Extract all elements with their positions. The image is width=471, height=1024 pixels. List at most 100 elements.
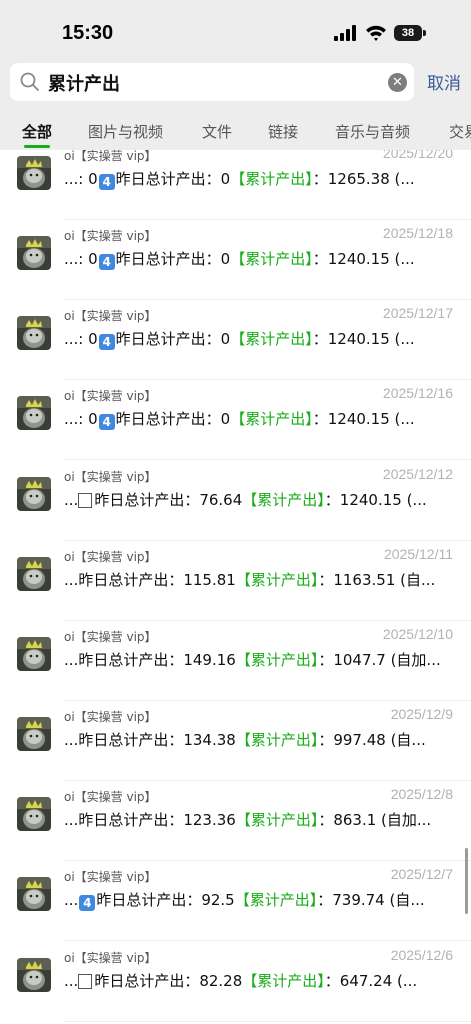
- search-result-item[interactable]: oi【实操营 vip】 2025/12/17 ...: 0 4 昨日总计产出：0【累…: [0, 300, 471, 380]
- sender-name: oi【实操营 vip】: [64, 710, 157, 724]
- tab-transactions[interactable]: 交易: [449, 121, 471, 142]
- message-date: 2025/12/6: [390, 947, 453, 963]
- avatar: [17, 557, 51, 591]
- message-date: 2025/12/10: [382, 626, 453, 642]
- snippet-prefix: ...: [64, 972, 79, 990]
- snippet-prefix: ...: [64, 891, 79, 909]
- sender-name: oi【实操营 vip】: [64, 309, 157, 323]
- sender-name: oi【实操营 vip】: [64, 951, 157, 965]
- sender-name: oi【实操营 vip】: [64, 870, 157, 884]
- snippet-text: 昨日总计产出：82.28: [94, 972, 243, 990]
- keycap-four-icon: 4: [98, 334, 115, 350]
- message-snippet: ...昨日总计产出：115.81【累计产出】：1163.51 (自...: [64, 569, 454, 590]
- avatar: [17, 797, 51, 831]
- message-date: 2025/12/16: [382, 385, 453, 401]
- keycap-four-icon: 4: [98, 174, 115, 190]
- snippet-suffix: ：1240.15 (...: [324, 491, 427, 509]
- search-result-item[interactable]: oi【实操营 vip】 2025/12/6 ... 昨日总计产出：82.28【累计…: [0, 942, 471, 1022]
- scrollbar[interactable]: [465, 848, 468, 914]
- tab-images-videos[interactable]: 图片与视频: [88, 121, 163, 142]
- tab-files[interactable]: 文件: [202, 121, 232, 142]
- snippet-text: 昨日总计产出：149.16: [78, 651, 236, 669]
- avatar: [17, 717, 51, 751]
- search-result-item[interactable]: oi【实操营 vip】 2025/12/10 ...昨日总计产出：149.16【…: [0, 621, 471, 701]
- tab-all[interactable]: 全部: [22, 121, 52, 142]
- filter-tabs: 全部 图片与视频 文件 链接 音乐与音频 交易: [0, 112, 471, 150]
- keycap-four-icon: 4: [79, 895, 96, 911]
- snippet-suffix: ：647.24 (...: [324, 972, 418, 990]
- search-area: 累计产出 ✕ 取消: [0, 60, 471, 112]
- box-glyph-icon: [78, 493, 93, 508]
- message-snippet: ...昨日总计产出：123.36【累计产出】：863.1 (自加...: [64, 809, 454, 830]
- highlighted-keyword: 【累计产出】: [234, 891, 318, 909]
- active-tab-indicator: [24, 145, 50, 148]
- avatar: [17, 958, 51, 992]
- search-result-item[interactable]: oi【实操营 vip】 2025/12/16 ...: 0 4 昨日总计产出：0【累…: [0, 380, 471, 460]
- search-result-item[interactable]: oi【实操营 vip】 2025/12/11 ...昨日总计产出：115.81【…: [0, 541, 471, 621]
- avatar: [17, 316, 51, 350]
- snippet-prefix: ...: [64, 651, 79, 669]
- clear-search-icon[interactable]: ✕: [388, 73, 407, 92]
- wifi-icon: [366, 25, 386, 41]
- search-result-item[interactable]: oi【实操营 vip】 2025/12/12 ... 昨日总计产出：76.64【累…: [0, 461, 471, 541]
- snippet-text: 昨日总计产出：92.5: [96, 891, 235, 909]
- snippet-suffix: ：863.1 (自加...: [318, 811, 432, 829]
- snippet-suffix: ：1163.51 (自...: [318, 571, 436, 589]
- sender-name: oi【实操营 vip】: [64, 470, 157, 484]
- highlighted-keyword: 【累计产出】: [230, 250, 313, 268]
- sender-name: oi【实操营 vip】: [64, 630, 157, 644]
- message-snippet: ...: 0 4 昨日总计产出：0【累计产出】：1240.15 (...: [64, 328, 454, 350]
- highlighted-keyword: 【累计产出】: [230, 330, 313, 348]
- message-snippet: ... 4 昨日总计产出：92.5【累计产出】：739.74 (自...: [64, 889, 454, 911]
- message-snippet: ...: 0 4 昨日总计产出：0【累计产出】：1240.15 (...: [64, 408, 454, 430]
- snippet-prefix: ...: [64, 491, 79, 509]
- search-input[interactable]: 累计产出: [48, 70, 120, 96]
- message-date: 2025/12/20: [382, 150, 453, 161]
- message-date: 2025/12/17: [382, 305, 453, 321]
- snippet-text: 昨日总计产出：123.36: [78, 811, 236, 829]
- search-results-list: oi【实操营 vip】 2025/12/20 ...: 0 4 昨日总计产出：0【累…: [0, 150, 471, 1024]
- cellular-signal-icon: [334, 25, 356, 41]
- highlighted-keyword: 【累计产出】: [242, 491, 325, 509]
- message-date: 2025/12/18: [382, 225, 453, 241]
- search-result-item[interactable]: oi【实操营 vip】 2025/12/20 ...: 0 4 昨日总计产出：0【累…: [0, 150, 471, 220]
- divider: [64, 940, 471, 941]
- avatar: [17, 477, 51, 511]
- snippet-prefix: ...: 0: [64, 250, 98, 268]
- snippet-text: 昨日总计产出：0: [115, 170, 231, 188]
- message-date: 2025/12/8: [390, 786, 453, 802]
- message-snippet: ...: 0 4 昨日总计产出：0【累计产出】：1240.15 (...: [64, 248, 454, 270]
- snippet-prefix: ...: 0: [64, 410, 98, 428]
- search-result-item[interactable]: oi【实操营 vip】 2025/12/9 ...昨日总计产出：134.38【累…: [0, 701, 471, 781]
- message-snippet: ... 昨日总计产出：82.28【累计产出】：647.24 (...: [64, 970, 454, 991]
- search-result-item[interactable]: oi【实操营 vip】 2025/12/7 ... 4 昨日总计产出：92.5【累计…: [0, 861, 471, 941]
- cancel-button[interactable]: 取消: [427, 69, 461, 94]
- search-result-item[interactable]: oi【实操营 vip】 2025/12/18 ...: 0 4 昨日总计产出：0【累…: [0, 220, 471, 300]
- sender-name: oi【实操营 vip】: [64, 389, 157, 403]
- sender-name: oi【实操营 vip】: [64, 150, 157, 163]
- sender-name: oi【实操营 vip】: [64, 229, 157, 243]
- snippet-suffix: ：997.48 (自...: [318, 731, 426, 749]
- snippet-suffix: ：1240.15 (...: [312, 330, 415, 348]
- avatar: [17, 637, 51, 671]
- snippet-text: 昨日总计产出：134.38: [78, 731, 236, 749]
- snippet-suffix: ：1047.7 (自加...: [318, 651, 441, 669]
- snippet-text: 昨日总计产出：0: [115, 330, 231, 348]
- highlighted-keyword: 【累计产出】: [230, 170, 313, 188]
- snippet-suffix: ：1265.38 (...: [312, 170, 415, 188]
- avatar: [17, 236, 51, 270]
- status-time: 15:30: [62, 22, 114, 44]
- message-snippet: ...昨日总计产出：149.16【累计产出】：1047.7 (自加...: [64, 649, 454, 670]
- snippet-prefix: ...: [64, 571, 79, 589]
- avatar: [17, 877, 51, 911]
- tab-music-audio[interactable]: 音乐与音频: [335, 121, 410, 142]
- battery-nub: [423, 30, 426, 36]
- search-result-item[interactable]: oi【实操营 vip】 2025/12/8 ...昨日总计产出：123.36【累…: [0, 781, 471, 861]
- message-date: 2025/12/9: [390, 706, 453, 722]
- status-bar: 15:30 38: [0, 0, 471, 60]
- highlighted-keyword: 【累计产出】: [235, 811, 319, 829]
- search-box[interactable]: 累计产出 ✕: [10, 63, 414, 101]
- message-snippet: ... 昨日总计产出：76.64【累计产出】：1240.15 (...: [64, 489, 454, 510]
- snippet-text: 昨日总计产出：76.64: [94, 491, 243, 509]
- tab-links[interactable]: 链接: [268, 121, 298, 142]
